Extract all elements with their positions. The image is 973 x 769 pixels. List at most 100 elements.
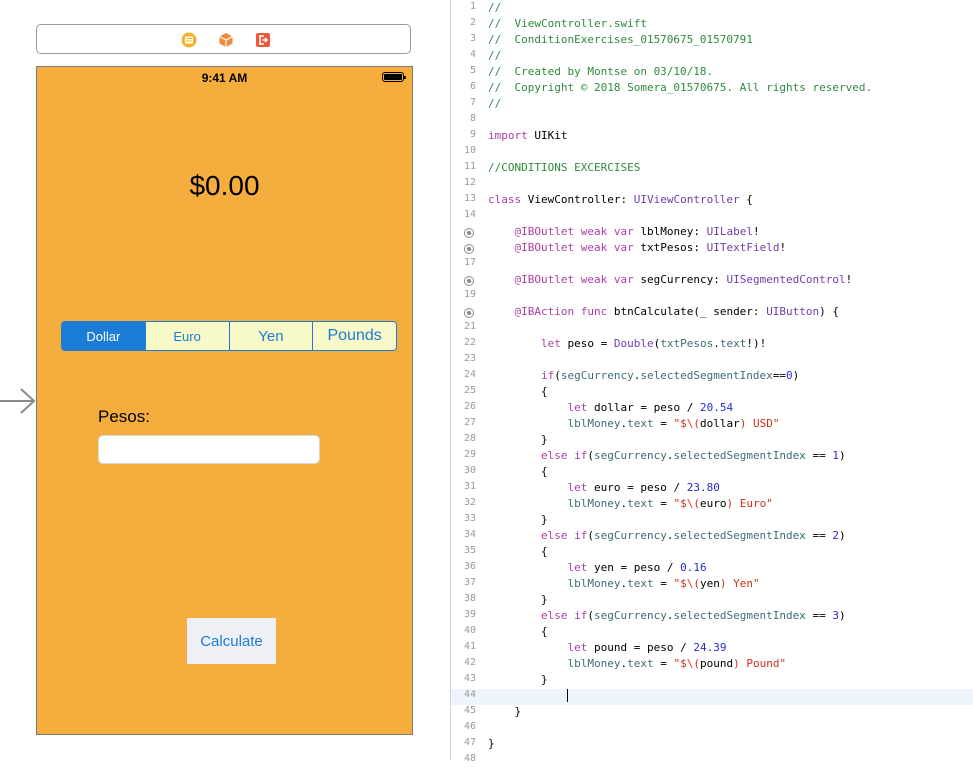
line-number: 31 [463, 481, 476, 492]
code-line[interactable]: @IBOutlet weak var segCurrency: UISegmen… [451, 273, 973, 289]
code-line[interactable]: 39 else if(segCurrency.selectedSegmentIn… [451, 609, 973, 625]
code-text: { [488, 385, 548, 398]
code-line[interactable]: 9 import UIKit [451, 129, 973, 145]
code-line[interactable]: 10 [451, 145, 973, 161]
code-line[interactable]: 23 [451, 353, 973, 369]
line-number: 35 [463, 545, 476, 556]
code-line[interactable]: 30 { [451, 465, 973, 481]
line-number: 9 [469, 129, 476, 140]
code-line[interactable]: 24 if(segCurrency.selectedSegmentIndex==… [451, 369, 973, 385]
line-number: 32 [463, 497, 476, 508]
line-number: 12 [463, 177, 476, 188]
line-number: 27 [463, 417, 476, 428]
pesos-label[interactable]: Pesos: [98, 407, 150, 427]
code-text: @IBOutlet weak var lblMoney: UILabel! [514, 225, 760, 238]
code-line[interactable]: 31 let euro = peso / 23.80 [451, 481, 973, 497]
code-text: lblMoney.text = "$\(euro) Euro" [567, 497, 773, 510]
code-line[interactable]: 36 let yen = peso / 0.16 [451, 561, 973, 577]
code-text [488, 689, 569, 703]
line-number: 22 [463, 337, 476, 348]
outlet-connection-icon[interactable] [464, 244, 474, 254]
code-text: let dollar = peso / 20.54 [567, 401, 734, 414]
view-controller-icon[interactable] [181, 32, 197, 48]
code-editor[interactable]: 1 // 2 // ViewController.swift 3 // Condition… [451, 0, 973, 764]
outlet-connection-icon[interactable] [464, 276, 474, 286]
code-text: // [488, 97, 502, 110]
code-line[interactable]: 45 } [451, 705, 973, 721]
first-responder-icon[interactable] [218, 32, 234, 48]
code-line[interactable]: 6 // Copyright © 2018 Somera_01570675. Al… [451, 81, 973, 97]
code-line[interactable]: @IBOutlet weak var lblMoney: UILabel! [451, 225, 973, 241]
code-line[interactable]: 42 lblMoney.text = "$\(pound) Pound" [451, 657, 973, 673]
code-line[interactable]: 41 let pound = peso / 24.39 [451, 641, 973, 657]
code-line[interactable]: @IBOutlet weak var txtPesos: UITextField… [451, 241, 973, 257]
code-line[interactable]: 29 else if(segCurrency.selectedSegmentIn… [451, 449, 973, 465]
segment-pounds[interactable]: Pounds [312, 322, 396, 350]
code-line[interactable]: 17 [451, 257, 973, 273]
code-line[interactable]: 26 let dollar = peso / 20.54 [451, 401, 973, 417]
line-number: 2 [469, 17, 476, 28]
code-text: //CONDITIONS EXCERCISES [488, 161, 641, 174]
code-line[interactable]: 38 } [451, 593, 973, 609]
code-line[interactable]: 4 // [451, 49, 973, 65]
outlet-connection-icon[interactable] [464, 228, 474, 238]
code-line[interactable]: 32 lblMoney.text = "$\(euro) Euro" [451, 497, 973, 513]
code-line[interactable]: 12 [451, 177, 973, 193]
segment-yen[interactable]: Yen [228, 322, 313, 350]
code-line[interactable]: 46 [451, 721, 973, 737]
code-text: // ViewController.swift [488, 17, 647, 30]
battery-icon [382, 72, 406, 82]
code-line[interactable]: 25 { [451, 385, 973, 401]
code-line[interactable]: 8 [451, 113, 973, 129]
code-text: } [488, 737, 495, 750]
line-number: 36 [463, 561, 476, 572]
line-number: 48 [463, 753, 476, 764]
code-text: } [488, 593, 548, 606]
code-line[interactable]: 44 [451, 689, 973, 705]
code-text: @IBAction func btnCalculate(_ sender: UI… [514, 305, 840, 318]
line-number: 4 [469, 49, 476, 60]
outlet-connection-icon[interactable] [464, 308, 474, 318]
code-line[interactable]: 33 } [451, 513, 973, 529]
code-line[interactable]: 7 // [451, 97, 973, 113]
code-line[interactable]: 40 { [451, 625, 973, 641]
code-text: } [488, 433, 548, 446]
code-text: } [488, 513, 548, 526]
iphone-scene[interactable]: 9:41 AM $0.00 Dollar Euro Yen Pounds Pes… [36, 66, 413, 735]
code-line[interactable]: 48 [451, 753, 973, 769]
code-line[interactable]: 35 { [451, 545, 973, 561]
scene-dock[interactable] [36, 24, 411, 54]
segment-dollar[interactable]: Dollar [62, 322, 145, 350]
line-number: 19 [463, 289, 476, 300]
code-line[interactable]: 13 class ViewController: UIViewController… [451, 193, 973, 209]
code-line[interactable]: 43 } [451, 673, 973, 689]
code-line[interactable]: 5 // Created by Montse on 03/10/18. [451, 65, 973, 81]
code-line[interactable]: 37 lblMoney.text = "$\(yen) Yen" [451, 577, 973, 593]
code-line[interactable]: 1 // [451, 1, 973, 17]
currency-segmented-control[interactable]: Dollar Euro Yen Pounds [61, 321, 397, 351]
code-line[interactable]: 47} [451, 737, 973, 753]
code-line[interactable]: 21 [451, 321, 973, 337]
code-line[interactable]: 14 [451, 209, 973, 225]
code-line[interactable]: 34 else if(segCurrency.selectedSegmentIn… [451, 529, 973, 545]
code-line[interactable]: 27 lblMoney.text = "$\(dollar) USD" [451, 417, 973, 433]
code-line[interactable]: 19 [451, 289, 973, 305]
segment-euro[interactable]: Euro [144, 322, 229, 350]
entry-point-arrow-icon[interactable] [0, 386, 36, 416]
code-line[interactable]: 3 // ConditionExercises_01570675_01570791 [451, 33, 973, 49]
line-number: 47 [463, 737, 476, 748]
money-label[interactable]: $0.00 [37, 170, 412, 202]
code-line[interactable]: 2 // ViewController.swift [451, 17, 973, 33]
code-line[interactable]: 28 } [451, 433, 973, 449]
storyboard-canvas[interactable]: 9:41 AM $0.00 Dollar Euro Yen Pounds Pes… [0, 0, 450, 760]
code-line[interactable]: @IBAction func btnCalculate(_ sender: UI… [451, 305, 973, 321]
exit-icon[interactable] [255, 32, 271, 48]
pesos-text-field[interactable] [98, 435, 320, 464]
code-line[interactable]: 11 //CONDITIONS EXCERCISES [451, 161, 973, 177]
line-number: 37 [463, 577, 476, 588]
code-text: // ConditionExercises_01570675_01570791 [488, 33, 753, 46]
line-number: 34 [463, 529, 476, 540]
calculate-button[interactable]: Calculate [187, 618, 276, 664]
code-text: let peso = Double(txtPesos.text!)! [540, 337, 767, 350]
code-line[interactable]: 22 let peso = Double(txtPesos.text!)! [451, 337, 973, 353]
